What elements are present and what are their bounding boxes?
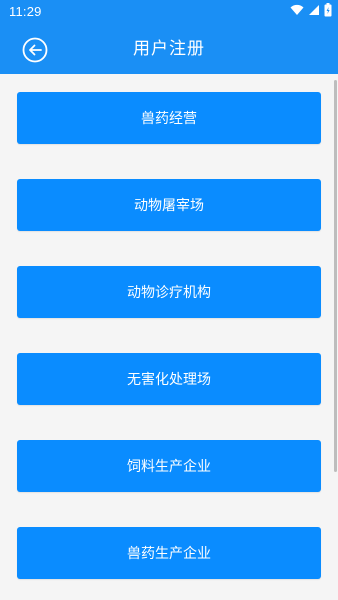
veterinary-drug-producer-button[interactable]: 兽药生产企业 — [17, 527, 321, 579]
scrollbar[interactable] — [334, 80, 337, 472]
harmless-treatment-plant-button[interactable]: 无害化处理场 — [17, 353, 321, 405]
status-icons — [290, 3, 332, 21]
registration-type-list: 兽药经营 动物屠宰场 动物诊疗机构 无害化处理场 饲料生产企业 兽药生产企业 — [0, 74, 338, 600]
option-label: 无害化处理场 — [127, 372, 211, 388]
option-label: 动物诊疗机构 — [127, 285, 211, 301]
page-title: 用户注册 — [133, 39, 205, 59]
status-bar: 11:29 — [0, 0, 338, 24]
feed-producer-button[interactable]: 饲料生产企业 — [17, 440, 321, 492]
wifi-icon — [290, 4, 304, 20]
option-label: 动物屠宰场 — [134, 198, 204, 214]
option-label: 兽药经营 — [141, 111, 197, 127]
battery-icon — [324, 3, 332, 21]
slaughterhouse-button[interactable]: 动物屠宰场 — [17, 179, 321, 231]
veterinary-drug-business-button[interactable]: 兽药经营 — [17, 92, 321, 144]
app-bar: 用户注册 — [0, 24, 338, 74]
animal-clinic-button[interactable]: 动物诊疗机构 — [17, 266, 321, 318]
signal-icon — [308, 4, 320, 20]
option-label: 兽药生产企业 — [127, 546, 211, 562]
option-label: 饲料生产企业 — [127, 459, 211, 475]
status-time: 11:29 — [9, 4, 42, 19]
